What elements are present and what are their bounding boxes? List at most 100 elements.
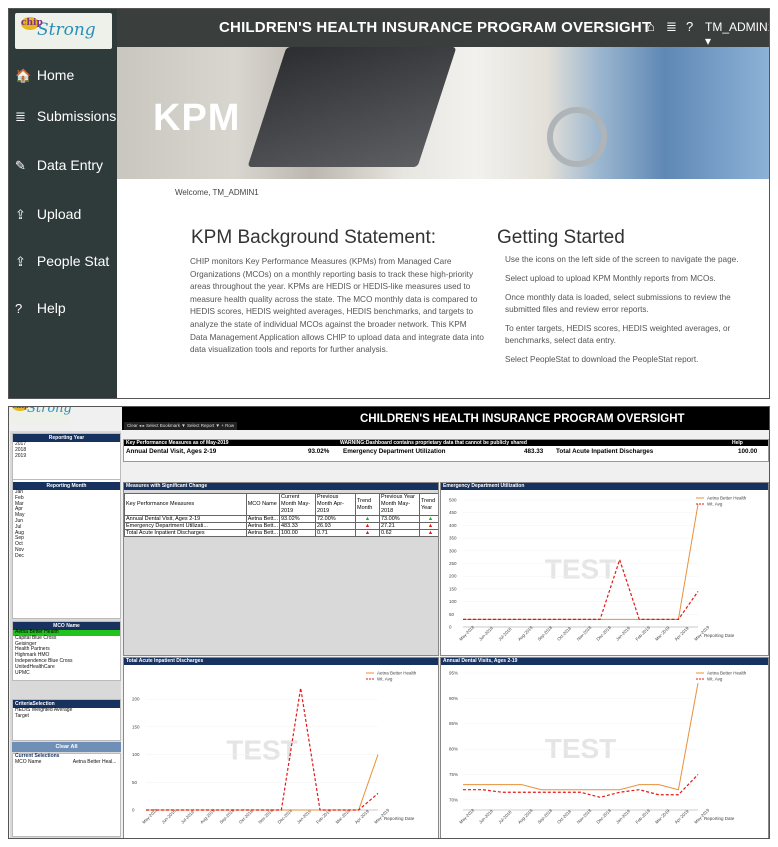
list-item: Select PeopleStat to download the People… [505, 355, 699, 364]
watermark-text: TEST [545, 733, 617, 764]
sidebar-item-submissions[interactable]: ≣ Submissions [9, 97, 117, 137]
logo-badge: chip [21, 17, 43, 30]
watermark-text: TEST [226, 734, 298, 765]
legend-label: Aetna Better Health [707, 496, 747, 501]
sidebar-item-label: Data Entry [36, 157, 104, 173]
kpi-label: Total Acute Inpatient Discharges [556, 448, 654, 455]
kpi-value: 100.00 [738, 448, 758, 455]
column-header[interactable]: Previous Year Month May-2018 [379, 493, 420, 516]
cell: Emergency Department Utilizati... [124, 522, 247, 530]
dashboard-toolbar[interactable]: Clear ◂ ▸ Select Bookmark ▼ Select Repor… [124, 422, 238, 430]
criteria-selection-listbox[interactable]: CriteriaSelection HEDIS Weighted Average… [12, 699, 121, 741]
table-row: Emergency Department Utilizati... Aetna … [124, 522, 438, 530]
chip-strong-logo[interactable]: chip Strong [15, 13, 112, 49]
x-tick-label: Oct-2018 [238, 808, 254, 824]
x-tick-label: Jun-2018 [478, 625, 495, 642]
legend-label: Wt. Avg [377, 677, 393, 682]
top-bar: CHILDREN'S HEALTH INSURANCE PROGRAM OVER… [117, 9, 769, 48]
legend-label: Aetna Better Health [707, 671, 747, 676]
logo-text: Strong [37, 20, 96, 40]
question-icon: ? [15, 301, 23, 316]
sidebar-item-home[interactable]: 🏠 Home [9, 56, 117, 96]
y-tick-label: 200 [449, 574, 457, 579]
column-header[interactable]: MCO Name [245, 493, 281, 516]
y-tick-label: 150 [132, 724, 140, 729]
x-tick-label: Apr-2019 [674, 625, 690, 641]
home-icon[interactable]: ⌂ [647, 19, 655, 34]
cell: 93.02% [279, 515, 316, 523]
x-axis-label: Reporting Date [384, 816, 415, 821]
welcome-text: Welcome, TM_ADMIN1 [175, 188, 259, 197]
cell: 0.62 [379, 529, 420, 537]
list-icon[interactable]: ≣ [666, 19, 677, 35]
sidebar-item-upload[interactable]: ⇪ Upload [9, 195, 117, 235]
user-menu[interactable]: TM_ADMIN1 ▾ [705, 20, 769, 48]
column-header[interactable]: Trend Year [419, 493, 438, 516]
panel-title: Measures with Significant Change [124, 483, 438, 490]
y-tick-label: 0 [132, 808, 135, 813]
cell: Total Acute Inpatient Discharges [124, 529, 247, 537]
trend-up-icon: ▲ [355, 515, 380, 523]
home-icon: 🏠 [15, 68, 32, 83]
column-header[interactable]: Previous Month Apr-2019 [315, 493, 356, 516]
panel-title: Total Acute Inpatient Discharges [124, 658, 438, 665]
kpi-row: Annual Dental Visit, Ages 2-19 93.02% Em… [124, 446, 768, 458]
page-title: CHILDREN'S HEALTH INSURANCE PROGRAM OVER… [219, 19, 652, 36]
x-axis-label: Reporting Date [704, 816, 735, 821]
inpatient-discharges-panel: Total Acute Inpatient Discharges TEST 0 50… [123, 657, 439, 838]
chip-strong-logo[interactable]: chip Strong [9, 406, 72, 425]
list-item[interactable]: Target [13, 713, 120, 720]
watermark-text: TEST [545, 554, 617, 585]
cell: Annual Dental Visit, Ages 2-19 [124, 515, 247, 523]
inpatient-discharges-chart[interactable]: TEST050100150200May-2018 Jun-2018 Jul-2018… [124, 665, 438, 838]
sidebar-item-label: Upload [36, 206, 82, 222]
sidebar-item-help[interactable]: ? Help [9, 289, 117, 329]
y-tick-label: 150 [449, 586, 457, 591]
cell: Aetna Bett... [245, 515, 281, 523]
kpi-label: Emergency Department Utilization [343, 448, 446, 455]
column-header[interactable]: Key Performance Measures [124, 493, 247, 516]
list-item: To enter targets, HEDIS scores, HEDIS we… [505, 324, 731, 345]
kpi-value: 483.33 [524, 448, 544, 455]
y-tick-label: 300 [449, 548, 457, 553]
hero-banner: KPM [117, 47, 769, 179]
y-tick-label: 100 [132, 752, 140, 757]
trend-up-icon: ▲ [355, 522, 380, 530]
cell: 72.00% [315, 515, 356, 523]
list-item: Once monthly data is loaded, select subm… [505, 293, 731, 314]
dental-visits-chart[interactable]: TEST70%75%80%85%90%95%May-2018 Jun-2018 Ju… [441, 665, 768, 838]
kpi-value: 93.02% [308, 448, 330, 455]
mco-name-listbox[interactable]: MCO Name Aetna Better Health Capital Blu… [12, 621, 121, 681]
trend-up-icon: ▲ [419, 515, 438, 523]
list-item[interactable]: Dec [13, 553, 120, 560]
column-header[interactable]: Current Month May-2019 [279, 493, 316, 516]
background-statement: CHIP monitors Key Performance Measures (… [190, 257, 484, 355]
y-tick-label: 200 [132, 697, 140, 702]
trend-up-icon: ▲ [419, 522, 438, 530]
y-tick-label: 80% [449, 747, 458, 752]
logo-text: Strong [27, 406, 72, 416]
sidebar-item-label: Help [36, 300, 66, 316]
sidebar-item-data-entry[interactable]: ✎ Data Entry [9, 146, 117, 186]
list-item[interactable]: 2019 [13, 453, 120, 460]
x-tick-label: Jul-2018 [497, 626, 513, 642]
cell: Aetna Bett... [245, 522, 281, 530]
laptop-image [247, 47, 457, 167]
sidebar-item-people-stat[interactable]: ⇪ People Stat [9, 242, 117, 282]
x-tick-label: Oct-2018 [556, 808, 572, 824]
kpm-landing-page: chip Strong 🏠 Home ≣ Submissions ✎ Data … [8, 8, 770, 399]
list-item: Select upload to upload KPM Monthly repo… [505, 274, 716, 283]
significant-change-table: Key Performance Measures MCO Name Curren… [124, 493, 438, 537]
ed-utilization-chart[interactable]: TEST050100150200250300350400450500May-20… [441, 490, 768, 655]
y-tick-label: 450 [449, 510, 457, 515]
legend-label: Wt. Avg [707, 677, 723, 682]
reporting-month-listbox[interactable]: Reporting Month Jan Feb Mar Apr May Jun … [12, 479, 121, 619]
list-item[interactable]: UPMC [13, 670, 120, 677]
dashboard-header: CHILDREN'S HEALTH INSURANCE PROGRAM OVER… [122, 407, 769, 430]
column-header[interactable]: Trend Month [355, 493, 380, 516]
question-icon[interactable]: ? [686, 19, 693, 34]
cell: 73.00% [379, 515, 420, 523]
clear-all-button[interactable]: Clear All [12, 742, 121, 752]
listbox-title: Reporting Year [13, 434, 120, 442]
selection-value: Aetna Better Heal... [72, 758, 117, 765]
